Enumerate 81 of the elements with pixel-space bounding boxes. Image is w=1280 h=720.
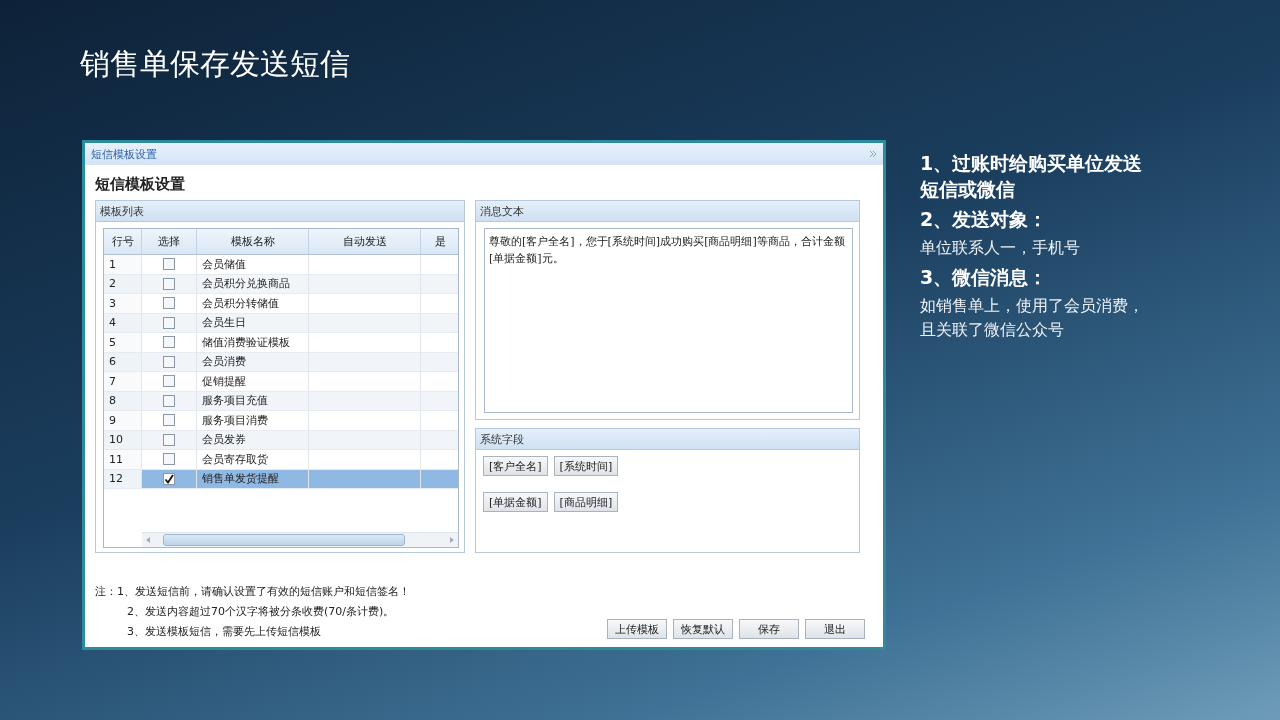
table-row[interactable]: 11 会员寄存取货 xyxy=(104,450,458,470)
table-row[interactable]: 8 服务项目充值 xyxy=(104,391,458,411)
note-heading: 1、过账时给购买单位发送短信或微信 xyxy=(920,151,1144,202)
row-number: 4 xyxy=(104,313,142,333)
field-button[interactable]: [单据金额] xyxy=(483,492,548,512)
table-cell: 储值消费验证模板 xyxy=(197,333,309,353)
row-number: 8 xyxy=(104,391,142,411)
table-row[interactable]: 1 会员储值 xyxy=(104,255,458,275)
panel-title: 模板列表 xyxy=(96,201,464,222)
table-row[interactable]: 7 促销提醒 xyxy=(104,372,458,392)
field-button[interactable]: [系统时间] xyxy=(553,456,619,476)
checkbox[interactable] xyxy=(163,316,175,329)
table-row[interactable]: 5 储值消费验证模板 xyxy=(104,333,458,353)
row-number: 2 xyxy=(104,274,142,294)
note-text: 1、发送短信前，请确认设置了有效的短信账户和短信签名！ xyxy=(117,584,410,599)
dialog-button[interactable]: 保存 xyxy=(739,619,799,639)
row-number: 3 xyxy=(104,294,142,314)
note-text: 3、发送模板短信，需要先上传短信模板 xyxy=(126,624,322,639)
row-number: 1 xyxy=(104,255,142,275)
column-header[interactable]: 模板名称 xyxy=(197,229,309,255)
dialog-button[interactable]: 上传模板 xyxy=(607,619,667,639)
checkbox[interactable] xyxy=(163,433,175,446)
row-number: 6 xyxy=(104,352,142,372)
checkbox[interactable] xyxy=(163,375,175,388)
scroll-right-icon[interactable] xyxy=(449,537,454,543)
table-cell: 销售单发货提醒 xyxy=(197,469,309,489)
note-text: 如销售单上，使用了会员消费，且关联了微信公众号 xyxy=(920,295,1145,341)
column-header[interactable]: 选择 xyxy=(142,229,197,255)
row-number: 5 xyxy=(104,333,142,353)
close-icon[interactable] xyxy=(869,150,877,158)
panel-title: 系统字段 xyxy=(476,429,859,450)
dialog-heading: 短信模板设置 xyxy=(95,175,185,194)
dialog-button[interactable]: 退出 xyxy=(805,619,865,639)
table-cell: 会员寄存取货 xyxy=(197,450,309,470)
horizontal-scrollbar[interactable] xyxy=(142,532,458,547)
table-cell: 促销提醒 xyxy=(197,372,309,392)
checkbox[interactable] xyxy=(163,453,175,466)
table-cell: 会员生日 xyxy=(197,313,309,333)
row-number: 10 xyxy=(104,430,142,450)
row-number: 7 xyxy=(104,372,142,392)
message-text-field[interactable]: 尊敬的[客户全名]，您于[系统时间]成功购买[商品明细]等商品，合计金额[单据金额]元。 xyxy=(484,228,853,413)
table-cell: 会员储值 xyxy=(197,255,309,275)
table-cell: 会员积分转储值 xyxy=(197,294,309,314)
note-text: 单位联系人一，手机号 xyxy=(920,237,1081,259)
dialog-button[interactable]: 恢复默认 xyxy=(673,619,733,639)
scroll-left-icon[interactable] xyxy=(146,537,151,543)
table-row[interactable]: 4 会员生日 xyxy=(104,313,458,333)
checkbox[interactable] xyxy=(163,355,175,368)
field-button[interactable]: [商品明细] xyxy=(553,492,619,512)
checkbox[interactable] xyxy=(163,258,175,271)
table-cell: 会员积分兑换商品 xyxy=(197,274,309,294)
table-row[interactable]: 10 会员发券 xyxy=(104,430,458,450)
panel-title: 消息文本 xyxy=(476,201,859,222)
column-header[interactable]: 自动发送 xyxy=(309,229,421,255)
table-row[interactable]: 9 服务项目消费 xyxy=(104,411,458,431)
row-number: 9 xyxy=(104,411,142,431)
checkbox[interactable] xyxy=(163,414,175,427)
slide-title: 销售单保存发送短信 xyxy=(80,45,350,83)
note-heading: 3、微信消息： xyxy=(920,265,1049,290)
row-number: 12 xyxy=(104,469,142,489)
checkbox[interactable] xyxy=(163,472,175,485)
table-row[interactable]: 2 会员积分兑换商品 xyxy=(104,274,458,294)
table-row[interactable]: 6 会员消费 xyxy=(104,352,458,372)
table-cell: 会员消费 xyxy=(197,352,309,372)
note-label: 注： xyxy=(95,584,117,599)
table-cell: 服务项目消费 xyxy=(197,411,309,431)
column-header[interactable]: 是 xyxy=(421,229,458,255)
window-title: 短信模板设置 xyxy=(91,146,157,162)
table-row[interactable]: 12 销售单发货提醒 xyxy=(104,469,458,489)
note-heading: 2、发送对象： xyxy=(920,207,1049,232)
note-text: 2、发送内容超过70个汉字将被分条收费(70/条计费)。 xyxy=(126,604,396,619)
checkbox[interactable] xyxy=(163,394,175,407)
checkbox[interactable] xyxy=(163,336,175,349)
table-cell: 服务项目充值 xyxy=(197,391,309,411)
table-row[interactable]: 3 会员积分转储值 xyxy=(104,294,458,314)
table-cell: 会员发券 xyxy=(197,430,309,450)
checkbox[interactable] xyxy=(163,277,175,290)
field-button[interactable]: [客户全名] xyxy=(483,456,548,476)
checkbox[interactable] xyxy=(163,297,175,310)
row-number: 11 xyxy=(104,450,142,470)
column-header[interactable]: 行号 xyxy=(104,229,142,255)
